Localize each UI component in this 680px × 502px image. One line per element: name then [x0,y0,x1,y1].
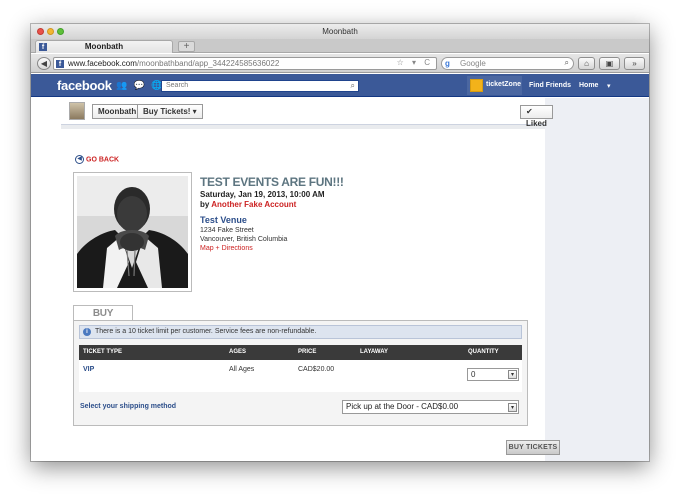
ticket-limit-notice: i There is a 10 ticket limit per custome… [79,325,522,339]
venue-address-line1: 1234 Fake Street [200,227,254,234]
url-bar[interactable]: f www.facebook.com/moonbathband/app_3442… [53,57,437,70]
ticketzone-label: ticketZone [486,81,522,88]
back-arrow-icon: ◀ [75,155,84,164]
search-icon[interactable]: ⌕ [351,81,355,91]
column-quantity: QUANTITY [468,349,499,355]
page-header: Moonbath Buy Tickets! ▾ ✔ Liked [61,98,553,128]
ages-cell: All Ages [229,366,255,373]
info-icon: i [83,328,91,336]
search-engine-placeholder: Google [460,59,486,68]
buy-tickets-tab-dropdown[interactable]: Buy Tickets! ▾ [137,104,203,119]
google-icon: g [445,59,450,68]
facebook-search-placeholder: Search [166,82,189,89]
venue-name[interactable]: Test Venue [200,215,247,225]
event-title: TEST EVENTS ARE FUN!!! [200,175,344,189]
search-icon[interactable]: ⌕ [565,58,569,68]
tab-bar: f Moonbath + [31,39,649,53]
search-engine-input[interactable]: g Google ⌕ [441,57,574,70]
price-cell: CAD$20.00 [298,366,335,373]
shipping-method-select[interactable]: Pick up at the Door - CAD$0.00 ▾ [342,400,519,414]
artist-photo-image [77,176,188,288]
column-price: PRICE [298,349,317,355]
column-ages: AGES [229,349,247,355]
bookmarks-icon[interactable]: ▣ [599,57,620,70]
page-area: Moonbath Buy Tickets! ▾ ✔ Liked ◀ GO BACK [31,98,649,461]
ticket-app: ◀ GO BACK TEST EVENTS ARE FUN!!! Saturda… [61,129,560,461]
window-title: Moonbath [322,27,358,36]
liked-button[interactable]: ✔ Liked [520,105,553,128]
column-layaway: LAYAWAY [360,349,389,355]
organizer-link[interactable]: Another Fake Account [211,200,296,209]
buy-tickets-button[interactable]: BUY TICKETS [506,440,560,455]
bookmark-star-icon[interactable]: ☆ ▾ C [397,58,433,67]
page-profile-thumbnail[interactable] [69,102,85,120]
ticket-type-cell[interactable]: VIP [83,366,94,373]
go-back-link[interactable]: ◀ GO BACK [75,155,119,164]
navigation-bar: ◀ f www.facebook.com/moonbathband/app_34… [31,54,649,73]
right-column [545,98,649,461]
column-ticket-type: TICKET TYPE [83,349,123,355]
back-button[interactable]: ◀ [37,57,51,70]
event-organizer-line: by Another Fake Account [200,200,297,209]
close-window-button[interactable] [37,28,44,35]
window-titlebar: Moonbath [31,24,649,39]
shipping-method-label: Select your shipping method [80,403,177,410]
zoom-window-button[interactable] [57,28,64,35]
new-tab-button[interactable]: + [178,41,195,52]
facebook-search-input[interactable]: Search ⌕ [161,80,359,92]
table-row: VIP All Ages CAD$20.00 0 ▾ [79,360,522,392]
browser-window: Moonbath f Moonbath + ◀ f www.facebook.c… [31,24,649,461]
facebook-top-bar: facebook 👥 💬 🌐 Search ⌕ ticketZone Find … [31,74,649,97]
tab-title: Moonbath [84,42,124,51]
page-name-button[interactable]: Moonbath [92,104,143,119]
browser-tab[interactable]: f Moonbath [35,40,173,53]
home-link[interactable]: Home [579,82,598,89]
account-menu-chevron-down-icon[interactable]: ▾ [607,82,611,90]
event-datetime: Saturday, Jan 19, 2013, 10:00 AM [200,190,325,199]
tickets-table-header: TICKET TYPE AGES PRICE LAYAWAY QUANTITY [79,345,522,360]
venue-address-line2: Vancouver, British Columbia [200,236,288,243]
chevron-down-icon: ▾ [508,403,517,412]
facebook-logo[interactable]: facebook [57,78,112,93]
ticketzone-page-switch[interactable]: ticketZone [467,76,522,95]
ticketzone-avatar [470,79,483,92]
buy-tickets-section-title: BUY TICKETS [73,305,133,335]
quantity-select[interactable]: 0 ▾ [467,368,519,381]
home-button[interactable]: ⌂ [578,57,595,70]
url-text: www.facebook.com/moonbathband/app_344224… [68,59,280,68]
buy-tickets-panel: i There is a 10 ticket limit per custome… [73,320,528,426]
facebook-favicon-icon: f [56,60,64,68]
quantity-value: 0 [471,370,476,379]
find-friends-link[interactable]: Find Friends [529,82,571,89]
shipping-method-value: Pick up at the Door - CAD$0.00 [346,402,459,411]
notification-jewels-icon[interactable]: 👥 💬 🌐 [116,80,165,91]
minimize-window-button[interactable] [47,28,54,35]
toolbar-overflow-icon[interactable]: » [624,57,645,70]
map-directions-link[interactable]: Map + Directions [200,245,253,252]
event-photo [73,172,192,292]
chevron-down-icon: ▾ [508,370,517,379]
